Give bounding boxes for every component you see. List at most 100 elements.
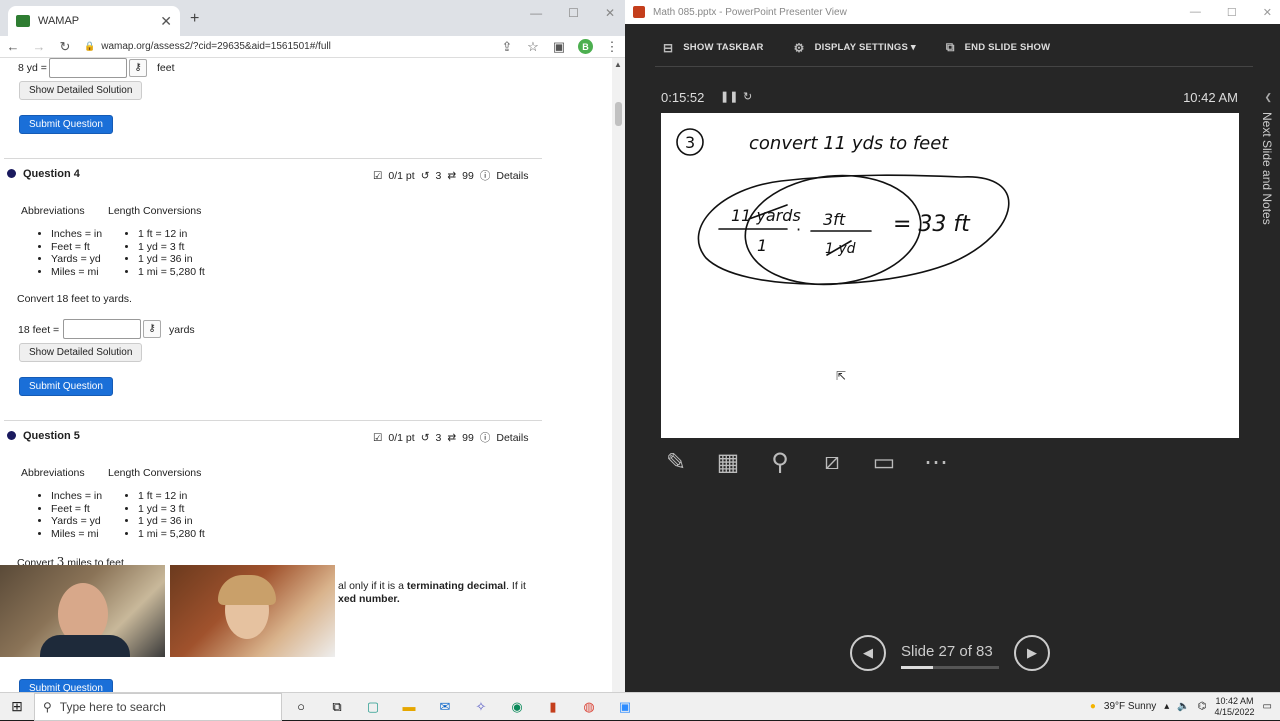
q5-details-link[interactable]: Details	[496, 432, 528, 444]
previous-slide-button[interactable]: ◀	[850, 635, 886, 671]
taskbar-search[interactable]: ⚲ Type here to search	[34, 692, 282, 721]
weather-text[interactable]: 39°F Sunny	[1104, 701, 1156, 712]
divider	[4, 158, 542, 159]
pause-timer-icon[interactable]: ❚❚	[720, 90, 738, 103]
search-placeholder: Type here to search	[59, 699, 166, 714]
q4-show-solution-button[interactable]: Show Detailed Solution	[19, 343, 143, 362]
profile-avatar[interactable]: B	[578, 39, 593, 54]
edge-icon[interactable]: ◉	[506, 696, 528, 718]
q3-input-prefix: 8 yd =	[18, 62, 47, 74]
mail-icon[interactable]: ✉	[434, 696, 456, 718]
pen-icon[interactable]: ✎	[661, 447, 691, 477]
more-options-icon[interactable]: ⋯	[921, 447, 951, 477]
divider	[655, 66, 1253, 67]
bookmark-star-icon[interactable]: ☆	[526, 39, 540, 55]
zoom-magnifier-icon[interactable]: ⚲	[765, 447, 795, 477]
q4-status-dot	[7, 169, 16, 178]
list-item: 1 ft = 12 in	[138, 228, 205, 241]
list-item: 1 ft = 12 in	[138, 490, 205, 503]
minimize-icon[interactable]: —	[1190, 6, 1201, 19]
restart-timer-icon[interactable]: ↻	[743, 90, 752, 103]
end-slide-show-button[interactable]: ⧉ END SLIDE SHOW	[946, 40, 1050, 55]
q4-abbrev-list: Inches = in Feet = ft Yards = yd Miles =…	[37, 228, 102, 279]
q4-versions: 99	[462, 169, 474, 182]
tray-clock[interactable]: 10:42 AM 4/15/2022	[1215, 696, 1255, 718]
q4-submit-button[interactable]: Submit Question	[19, 377, 113, 396]
windows-start-icon[interactable]: ⊞	[0, 698, 34, 715]
chat-icon[interactable]: ▢	[362, 696, 384, 718]
minimize-icon[interactable]: —	[530, 6, 542, 20]
presenter-tools: ✎ ▦ ⚲ ⧄ ▭ ⋯	[661, 447, 951, 477]
volume-icon[interactable]: 🔈	[1177, 701, 1189, 712]
show-taskbar-button[interactable]: ⊟ SHOW TASKBAR	[663, 40, 764, 55]
list-item: 1 mi = 5,280 ft	[138, 266, 205, 279]
network-icon[interactable]: ⌬	[1198, 701, 1207, 712]
info-icon[interactable]: ⓘ	[480, 168, 491, 183]
q3-keypad-icon[interactable]: ⚷	[129, 59, 147, 77]
share-icon[interactable]: ⇪	[500, 39, 514, 55]
reload-icon[interactable]: ↻	[58, 39, 72, 55]
new-tab-icon[interactable]: +	[190, 10, 199, 28]
weather-sun-icon: ●	[1089, 701, 1096, 712]
task-view-icon[interactable]: ⧉	[326, 696, 348, 718]
q5-tries: 3	[435, 431, 442, 444]
subtitles-icon[interactable]: ▭	[869, 447, 899, 477]
collapse-notes-icon[interactable]: ❮	[1264, 92, 1272, 103]
q4-conv-heading: Length Conversions	[108, 205, 202, 217]
q3-answer-input[interactable]	[49, 58, 127, 78]
see-all-slides-icon[interactable]: ▦	[713, 447, 743, 477]
q3-show-solution-button[interactable]: Show Detailed Solution	[19, 81, 143, 100]
slide-ink-canvas: 3 convert 11 yds to feet 11 yards 1 · 3f…	[676, 128, 1010, 286]
q3-submit-button[interactable]: Submit Question	[19, 115, 113, 134]
browser-window: WAMAP ✕ + — ☐ ✕ ← → ↻ 🔒 wamap.org/assess…	[0, 0, 625, 692]
kebab-menu-icon[interactable]: ⋮	[605, 39, 619, 55]
close-window-icon[interactable]: ✕	[1263, 6, 1272, 19]
black-screen-icon[interactable]: ⧄	[817, 447, 847, 477]
scroll-thumb[interactable]	[615, 102, 622, 126]
show-taskbar-label: SHOW TASKBAR	[683, 42, 764, 53]
slide-counter[interactable]: Slide 27 of 83	[901, 643, 993, 660]
browser-tab-strip: WAMAP ✕ + — ☐ ✕	[0, 0, 625, 36]
teams-icon[interactable]: ✧	[470, 696, 492, 718]
q5-abbrev-list: Inches = in Feet = ft Yards = yd Miles =…	[37, 490, 102, 541]
close-window-icon[interactable]: ✕	[605, 6, 615, 20]
tab-close-icon[interactable]: ✕	[160, 13, 172, 30]
q4-keypad-icon[interactable]: ⚷	[143, 320, 161, 338]
presenter-view-window: Math 085.pptx - PowerPoint Presenter Vie…	[625, 0, 1280, 692]
current-slide: 3 convert 11 yds to feet 11 yards 1 · 3f…	[661, 113, 1239, 438]
versions-icon: ⇄	[447, 431, 457, 444]
powerpoint-taskbar-icon[interactable]: ▮	[542, 696, 564, 718]
cortana-icon[interactable]: ○	[290, 696, 312, 718]
side-panel-icon[interactable]: ▣	[552, 39, 566, 55]
maximize-icon[interactable]: ☐	[568, 6, 579, 20]
scroll-up-icon[interactable]: ▲	[614, 60, 622, 69]
slide-progress-bar	[901, 666, 999, 669]
browser-tab[interactable]: WAMAP ✕	[8, 6, 180, 36]
page-scrollbar[interactable]: ▲	[612, 58, 625, 692]
q4-details-link[interactable]: Details	[496, 170, 528, 182]
q4-input-prefix: 18 feet =	[18, 324, 60, 336]
q5-conv-list: 1 ft = 12 in 1 yd = 3 ft 1 yd = 36 in 1 …	[124, 490, 205, 541]
zoom-taskbar-icon[interactable]: ▣	[614, 696, 636, 718]
back-icon[interactable]: ←	[6, 39, 20, 54]
maximize-icon[interactable]: ☐	[1227, 6, 1237, 19]
q5-submit-button[interactable]: Submit Question	[19, 679, 113, 692]
ink-denominator-2: 1 yd	[825, 241, 856, 257]
notifications-icon[interactable]: ▭	[1263, 701, 1272, 712]
ink-numerator-1: 11 yards	[731, 206, 801, 225]
url-text: wamap.org/assess2/?cid=29635&aid=1561501…	[101, 41, 331, 52]
q4-score: 0/1 pt	[388, 169, 415, 182]
q5-instr-b: . If it	[506, 580, 526, 592]
info-icon[interactable]: ⓘ	[480, 430, 491, 445]
next-slide-button[interactable]: ▶	[1014, 635, 1050, 671]
q4-answer-input[interactable]	[63, 319, 141, 339]
tray-apps-icon[interactable]: ▴	[1164, 701, 1169, 712]
list-item: Feet = ft	[51, 241, 102, 254]
display-settings-button[interactable]: ⚙ DISPLAY SETTINGS ▾	[794, 40, 916, 55]
forward-icon[interactable]: →	[32, 39, 46, 54]
next-slide-notes-label[interactable]: Next Slide and Notes	[1260, 112, 1274, 225]
list-item: 1 yd = 3 ft	[138, 503, 205, 516]
file-explorer-icon[interactable]: ▬	[398, 696, 420, 718]
chrome-taskbar-icon[interactable]: ◍	[578, 696, 600, 718]
address-bar[interactable]: 🔒 wamap.org/assess2/?cid=29635&aid=15615…	[84, 41, 488, 52]
